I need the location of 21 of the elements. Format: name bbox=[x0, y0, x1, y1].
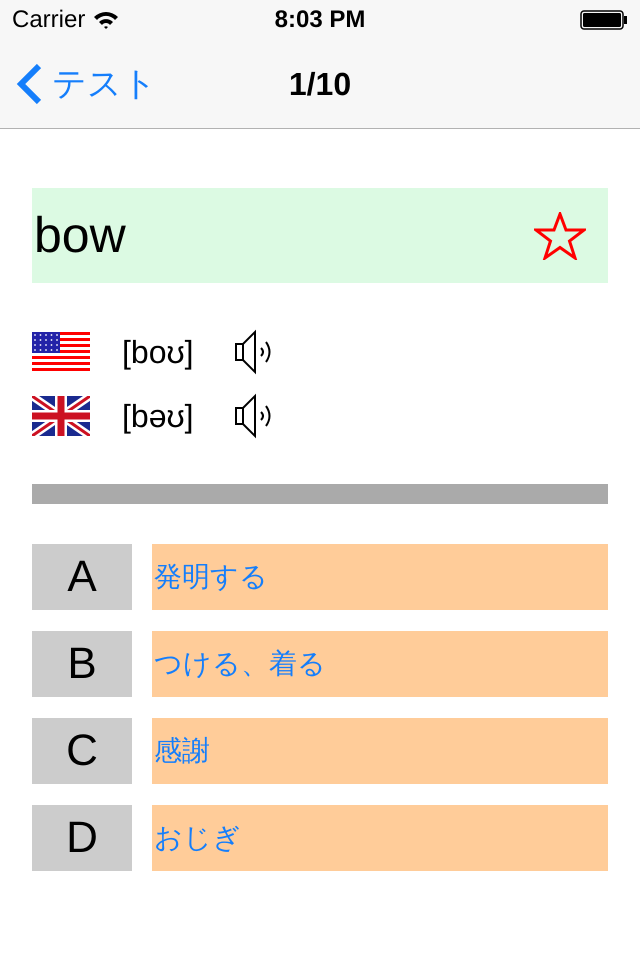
nav-title: 1/10 bbox=[288, 65, 352, 104]
flag-icon bbox=[32, 332, 90, 372]
carrier-text: Carrier bbox=[12, 5, 86, 35]
answer-button[interactable]: おじぎ bbox=[152, 805, 608, 871]
star-icon[interactable] bbox=[534, 212, 586, 260]
phonetic-text: [boʊ] bbox=[122, 333, 195, 372]
answer-button[interactable]: つける、着る bbox=[152, 631, 608, 697]
choice-letter: C bbox=[32, 718, 132, 784]
flag-icon bbox=[32, 396, 90, 436]
choice-letter: A bbox=[32, 544, 132, 610]
choice-letter: B bbox=[32, 631, 132, 697]
back-button[interactable]: テスト bbox=[16, 58, 157, 110]
answer-button[interactable]: 発明する bbox=[152, 544, 608, 610]
answer-button[interactable]: 感謝 bbox=[152, 718, 608, 784]
phonetic-text: [bəʊ] bbox=[122, 397, 195, 436]
chevron-left-icon bbox=[16, 63, 42, 105]
battery-icon bbox=[580, 10, 628, 30]
wifi-icon bbox=[93, 10, 120, 30]
choice-letter: D bbox=[32, 805, 132, 871]
word-text: bow bbox=[34, 206, 126, 265]
clock-text: 8:03 PM bbox=[274, 5, 366, 35]
